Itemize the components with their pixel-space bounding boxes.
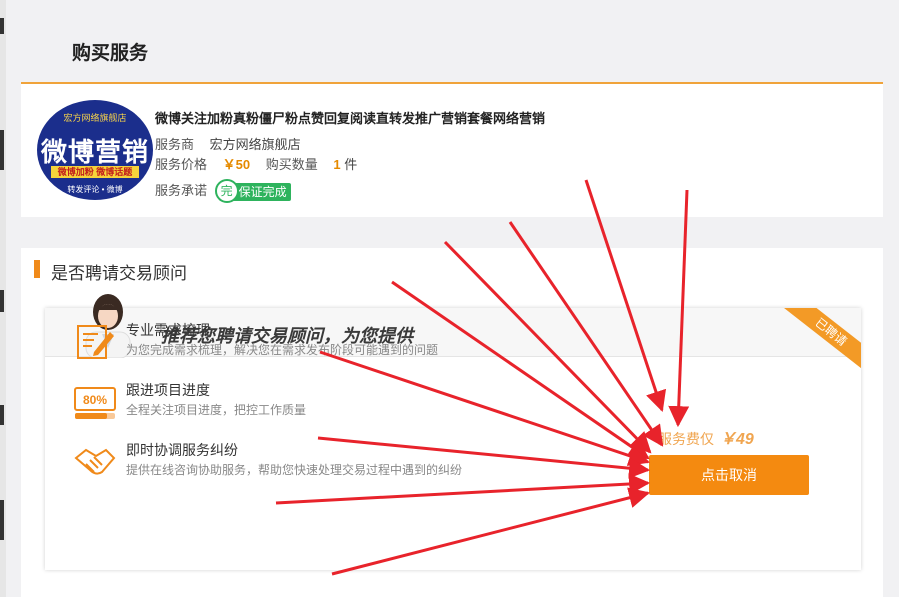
logo-tag: 宏方网络旗舰店	[55, 112, 135, 124]
price-label: 服务价格	[155, 157, 208, 172]
feature-title: 跟进项目进度	[126, 382, 210, 398]
service-fee-price: ￥49	[720, 431, 754, 448]
provider-name[interactable]: 宏方网络旗舰店	[210, 137, 301, 152]
price-row: 服务价格 ￥50 购买数量 1 件	[155, 154, 357, 173]
shop-logo[interactable]: 宏方网络旗舰店 微博营销 微博加粉 微博话题 转发评论 • 微博	[37, 100, 153, 200]
left-edge-strip	[0, 0, 6, 597]
provider-label: 服务商	[155, 137, 195, 152]
provider-row: 服务商 宏方网络旗舰店	[155, 134, 301, 153]
cancel-advisor-button[interactable]: 点击取消	[649, 455, 809, 495]
edge-mark	[0, 130, 4, 170]
feature-desc: 为您完成需求梳理，解决您在需求发布阶段可能遇到的问题	[126, 343, 439, 357]
feature-title: 即时协调服务纠纷	[126, 442, 238, 458]
quantity-value: 1	[333, 157, 341, 172]
service-fee-label: 服务费仅	[658, 431, 714, 447]
product-card: 宏方网络旗舰店 微博营销 微博加粉 微博话题 转发评论 • 微博 微博关注加粉真…	[21, 82, 883, 217]
promise-row: 服务承诺 完 保证完成	[155, 178, 291, 203]
handshake-icon	[74, 448, 116, 475]
logo-sub-text: 微博加粉 微博话题	[51, 166, 139, 178]
logo-foot-text: 转发评论 • 微博	[67, 185, 123, 194]
document-pen-icon	[77, 325, 114, 359]
section-title-marker	[34, 260, 40, 278]
quantity-unit: 件	[344, 157, 358, 172]
quantity-label: 购买数量	[265, 157, 318, 172]
promise-label: 服务承诺	[155, 183, 208, 198]
guarantee-badge-text: 保证完成	[238, 184, 287, 199]
edge-mark	[0, 405, 4, 425]
progress-icon: 80%	[74, 387, 116, 419]
feature-desc: 提供在线咨询协助服务，帮助您快速处理交易过程中遇到的纠纷	[126, 463, 463, 477]
logo-main-text: 微博营销	[40, 137, 149, 167]
advisor-section: 是否聘请交易顾问 推荐您聘请交易顾问，为您提供 已聘请	[21, 248, 883, 597]
service-fee: 服务费仅 ￥49	[658, 425, 754, 449]
section-title: 是否聘请交易顾问	[51, 264, 187, 283]
edge-mark	[0, 290, 4, 312]
guarantee-badge: 完 保证完成	[214, 178, 291, 203]
price-value: ￥50	[222, 157, 251, 172]
page-title: 购买服务	[72, 43, 149, 64]
progress-icon-text: 80%	[83, 393, 107, 407]
feature-desc: 全程关注项目进度，把控工作质量	[126, 403, 307, 417]
edge-mark	[0, 500, 4, 540]
product-name[interactable]: 微博关注加粉真粉僵尸粉点赞回复阅读直转发推广营销套餐网络营销	[155, 108, 545, 127]
edge-mark	[0, 18, 4, 34]
feature-title: 专业需求梳理	[126, 322, 210, 338]
complete-seal-icon: 完	[214, 178, 239, 203]
